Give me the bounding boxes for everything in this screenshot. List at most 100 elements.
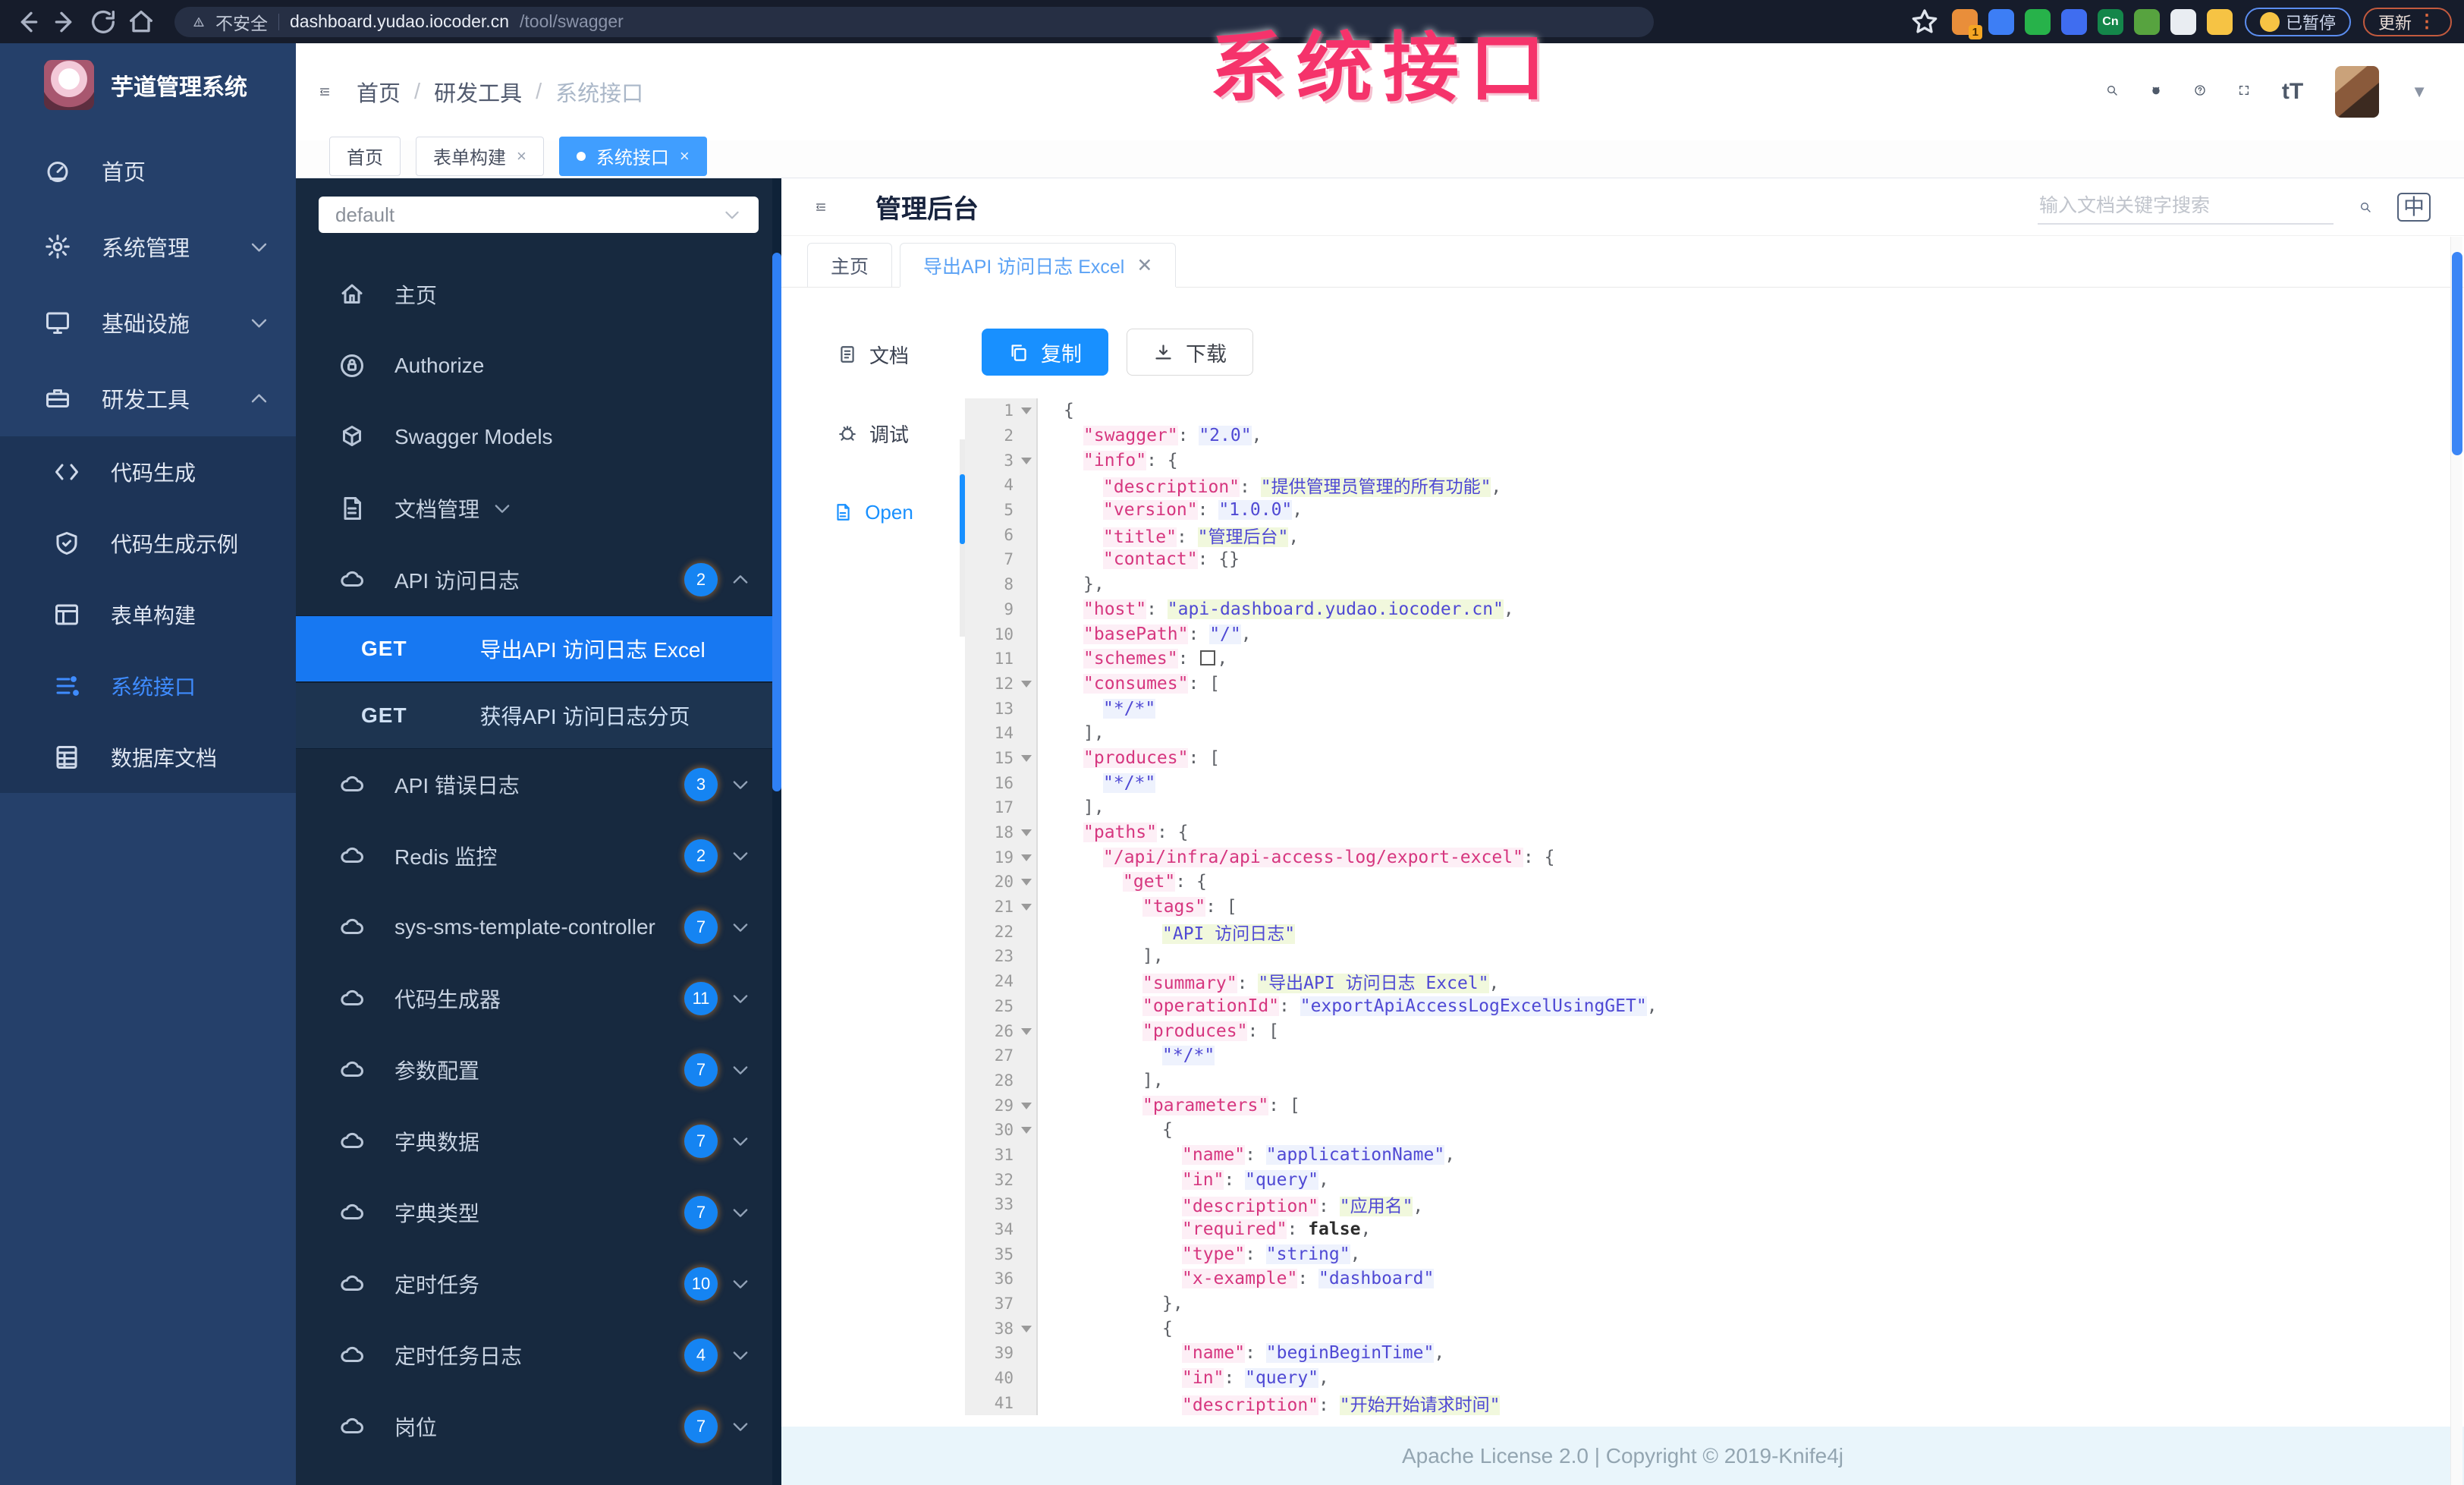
code-line: 39 "name": "beginBeginTime", — [965, 1341, 2464, 1366]
address-bar[interactable]: 不安全 dashboard.yudao.iocoder.cn /tool/swa… — [174, 6, 1654, 37]
font-size-icon[interactable]: tT — [2282, 79, 2303, 105]
sidebar-subitem-代码生成[interactable]: 代码生成 — [0, 436, 296, 508]
sidebar-fold-icon[interactable] — [319, 86, 331, 98]
code-text: ], — [1038, 798, 1105, 817]
token: : [ — [1205, 897, 1237, 917]
doc-search-input[interactable] — [2037, 189, 2334, 223]
sidebar-item-2[interactable]: 基础设施 — [0, 285, 296, 360]
doc-tab-主页[interactable]: 主页 — [807, 243, 893, 287]
language-icon[interactable]: 中 — [2396, 192, 2431, 222]
swagger-item-Swagger Models[interactable]: Swagger Models — [296, 401, 781, 473]
sidebar-item-1[interactable]: 系统管理 — [0, 209, 296, 285]
ext-orange[interactable]: 1 — [1951, 8, 1982, 39]
ext-blue-pair[interactable] — [2060, 8, 2087, 35]
fold-arrow-icon[interactable] — [1021, 1102, 1032, 1109]
ext-emoji[interactable] — [2206, 8, 2233, 35]
ext-blue-drop[interactable] — [1988, 8, 2014, 35]
ext-green-leaf[interactable] — [2133, 8, 2160, 35]
doc-search-icon[interactable] — [2359, 201, 2371, 213]
swagger-json-editor[interactable]: 1{2 "swagger": "2.0", 3 "info": {4 "descript… — [965, 398, 2464, 1427]
reload-icon[interactable] — [88, 7, 118, 37]
fold-arrow-icon[interactable] — [1021, 457, 1032, 464]
back-icon[interactable] — [12, 7, 42, 37]
tag-tab-label: 系统接口 — [596, 148, 669, 168]
breadcrumb-tools[interactable]: 研发工具 — [434, 76, 522, 108]
swagger-item-岗位[interactable]: 岗位 7 — [296, 1391, 781, 1462]
swagger-item-Redis 监控[interactable]: Redis 监控 2 — [296, 820, 781, 892]
sidebar-subitem-数据库文档[interactable]: 数据库文档 — [0, 722, 296, 793]
browser-menu-icon[interactable]: ⋮ — [2418, 11, 2437, 33]
swagger-item-字典数据[interactable]: 字典数据 7 — [296, 1106, 781, 1177]
swagger-item-代码生成器[interactable]: 代码生成器 11 — [296, 963, 781, 1034]
fold-arrow-icon[interactable] — [1021, 904, 1032, 911]
tag-tab-系统接口[interactable]: 系统接口 × — [558, 136, 707, 176]
swagger-item-sys-sms-template-controller[interactable]: sys-sms-template-controller 7 — [296, 892, 781, 963]
update-pill[interactable]: 更新 ⋮ — [2362, 7, 2452, 36]
ext-green-cn[interactable]: Cn — [2097, 8, 2123, 35]
fold-arrow-icon[interactable] — [1021, 754, 1032, 762]
sidebar-subitem-表单构建[interactable]: 表单构建 — [0, 579, 296, 650]
paused-pill[interactable]: 已暂停 — [2244, 7, 2351, 36]
swagger-item-文档管理[interactable]: 文档管理 — [296, 473, 781, 544]
fold-arrow-icon[interactable] — [1021, 879, 1032, 886]
breadcrumb-home[interactable]: 首页 — [357, 76, 401, 108]
tag-tab-首页[interactable]: 首页 — [329, 136, 401, 176]
tag-tab-表单构建[interactable]: 表单构建 × — [416, 136, 544, 176]
fold-arrow-icon[interactable] — [1021, 854, 1032, 861]
swagger-item-字典类型[interactable]: 字典类型 7 — [296, 1177, 781, 1248]
token: "API 访问日志" — [1162, 923, 1296, 944]
not-secure-warning-icon[interactable] — [193, 16, 205, 28]
github-icon[interactable] — [2150, 84, 2162, 100]
forward-icon[interactable] — [50, 7, 80, 37]
fold-arrow-icon[interactable] — [1021, 1325, 1032, 1332]
user-avatar[interactable] — [2335, 66, 2380, 118]
sidebar-item-0[interactable]: 首页 — [0, 133, 296, 209]
page-scrollbar-thumb[interactable] — [2452, 252, 2462, 455]
swagger-item-API 错误日志[interactable]: API 错误日志 3 — [296, 749, 781, 820]
bookmark-star-icon[interactable] — [1909, 7, 1940, 37]
fold-arrow-icon[interactable] — [1021, 680, 1032, 687]
close-icon[interactable]: × — [680, 146, 690, 166]
swagger-item-定时任务日志[interactable]: 定时任务日志 4 — [296, 1320, 781, 1391]
ext-white-star[interactable] — [2170, 8, 2196, 35]
swagger-item-定时任务[interactable]: 定时任务 10 — [296, 1248, 781, 1320]
search-icon[interactable] — [2106, 84, 2118, 100]
doc-fold-icon[interactable] — [815, 201, 827, 213]
side-tab-文档[interactable]: 文档 — [838, 333, 909, 376]
sidebar-item-3[interactable]: 研发工具 — [0, 360, 296, 436]
sidebar-subitem-代码生成示例[interactable]: 代码生成示例 — [0, 508, 296, 579]
close-icon[interactable]: × — [517, 146, 526, 166]
swagger-sidebar-scrollbar[interactable] — [772, 178, 781, 1485]
ext-green-circle[interactable] — [2024, 8, 2051, 35]
app-logo[interactable]: 芋道管理系统 — [0, 43, 296, 133]
operation-导出API 访问日志 Excel[interactable]: GET 导出API 访问日志 Excel — [296, 615, 781, 682]
user-menu-caret-icon[interactable]: ▼ — [2411, 82, 2428, 102]
fold-arrow-icon[interactable] — [1021, 1127, 1032, 1134]
doc-tab-导出API 访问日志 Excel[interactable]: 导出API 访问日志 Excel ✕ — [900, 243, 1177, 287]
close-icon[interactable]: ✕ — [1136, 254, 1152, 277]
chevron-down-icon — [248, 236, 270, 258]
sidebar-subitem-系统接口[interactable]: 系统接口 — [0, 650, 296, 722]
token: , — [1288, 527, 1300, 547]
scrollbar-thumb[interactable] — [772, 253, 781, 791]
side-tab-调试[interactable]: 调试 — [838, 412, 909, 455]
api-group-select[interactable]: default — [319, 197, 759, 233]
swagger-item-API 访问日志[interactable]: API 访问日志 2 — [296, 544, 781, 615]
copy-button[interactable]: 复制 — [982, 329, 1108, 376]
fullscreen-icon[interactable] — [2238, 84, 2250, 100]
home-nav-icon[interactable] — [126, 7, 156, 37]
swagger-item-主页[interactable]: 主页 — [296, 259, 781, 330]
side-tab-Open[interactable]: Open — [833, 491, 913, 533]
download-button[interactable]: 下载 — [1127, 329, 1253, 376]
editor-toolbar: 复制 下载 — [965, 307, 2464, 398]
operation-获得API 访问日志分页[interactable]: GET 获得API 访问日志分页 — [296, 682, 781, 749]
chevron-down-icon — [730, 845, 751, 867]
fold-arrow-icon[interactable] — [1021, 829, 1032, 837]
help-icon[interactable] — [2194, 84, 2206, 100]
fold-arrow-icon[interactable] — [1021, 1027, 1032, 1035]
swagger-item-参数配置[interactable]: 参数配置 7 — [296, 1034, 781, 1106]
page-scrollbar[interactable] — [2450, 237, 2462, 1485]
fold-arrow-icon[interactable] — [1021, 407, 1032, 415]
count-badge: 7 — [684, 1196, 718, 1229]
swagger-item-Authorize[interactable]: Authorize — [296, 330, 781, 401]
